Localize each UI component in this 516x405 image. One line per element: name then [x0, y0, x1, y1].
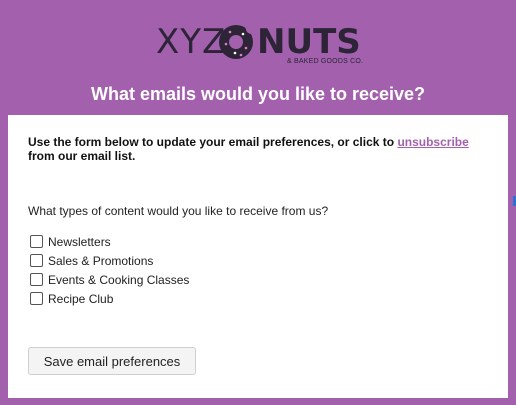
logo-tagline: & BAKED GOODS CO.	[287, 58, 364, 65]
logo-text-nuts: NUTS	[257, 22, 361, 62]
option-label: Newsletters	[48, 234, 111, 249]
recipe-club-checkbox[interactable]	[30, 292, 43, 305]
page-title: What emails would you like to receive?	[90, 84, 426, 104]
preferences-card: Use the form below to update your email …	[8, 115, 508, 398]
option-sales-promotions[interactable]: Sales & Promotions	[30, 251, 189, 270]
option-label: Recipe Club	[48, 291, 114, 306]
events-cooking-classes-checkbox[interactable]	[30, 273, 43, 286]
intro-text: Use the form below to update your email …	[28, 135, 488, 163]
intro-text-after: from our email list.	[28, 149, 136, 163]
save-preferences-button[interactable]: Save email preferences	[28, 347, 196, 375]
unsubscribe-link[interactable]: unsubscribe	[397, 135, 468, 149]
content-options-list: Newsletters Sales & Promotions Events & …	[30, 232, 189, 308]
option-newsletters[interactable]: Newsletters	[30, 232, 189, 251]
brand-logo: XYZ NUTS & BAKED GOODS CO.	[0, 22, 516, 70]
option-events-cooking-classes[interactable]: Events & Cooking Classes	[30, 270, 189, 289]
option-label: Events & Cooking Classes	[48, 272, 190, 287]
option-label: Sales & Promotions	[48, 253, 154, 268]
sales-promotions-checkbox[interactable]	[30, 254, 43, 267]
content-question: What types of content would you like to …	[28, 204, 329, 218]
newsletters-checkbox[interactable]	[30, 235, 43, 248]
intro-text-before: Use the form below to update your email …	[28, 135, 398, 149]
option-recipe-club[interactable]: Recipe Club	[30, 289, 189, 308]
donut-icon	[219, 22, 256, 59]
